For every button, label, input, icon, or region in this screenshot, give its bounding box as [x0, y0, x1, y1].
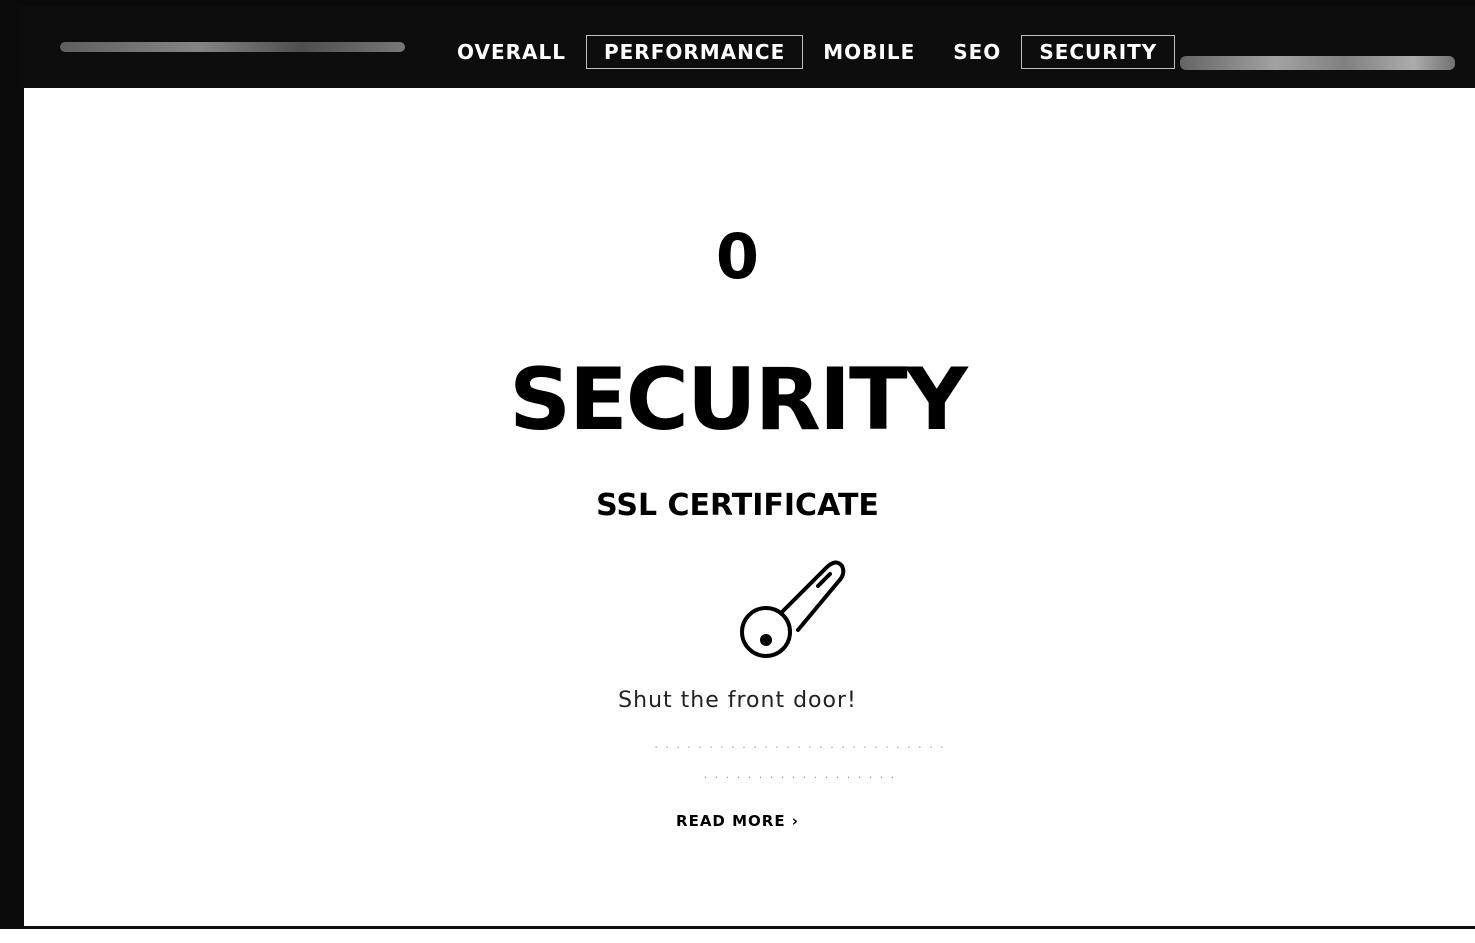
section-title: SECURITY	[509, 350, 968, 450]
tagline: Shut the front door!	[618, 688, 857, 713]
tab-performance[interactable]: PERFORMANCE	[585, 34, 804, 70]
security-score: 0	[715, 220, 760, 293]
key-icon	[740, 560, 846, 658]
nav-tabs: OVERALL PERFORMANCE MOBILE SEO SECURITY	[438, 30, 1176, 74]
tab-mobile[interactable]: MOBILE	[804, 34, 934, 70]
site-logo[interactable]	[60, 42, 405, 52]
description-line: · · · · · · · · · · · · · · · · · · · · …	[654, 741, 946, 754]
header-cta-bar[interactable]	[1180, 56, 1455, 70]
tab-overall[interactable]: OVERALL	[438, 34, 585, 70]
top-nav: OVERALL PERFORMANCE MOBILE SEO SECURITY	[18, 6, 1475, 88]
read-more-link[interactable]: READ MORE ›	[0, 812, 1475, 830]
frame-bottom	[0, 926, 1475, 943]
tab-security[interactable]: SECURITY	[1020, 34, 1176, 70]
section-subtitle: SSL CERTIFICATE	[596, 488, 879, 523]
description-line: · · · · · · · · · · · · · · · · · ·	[703, 771, 897, 784]
tab-seo[interactable]: SEO	[934, 34, 1020, 70]
